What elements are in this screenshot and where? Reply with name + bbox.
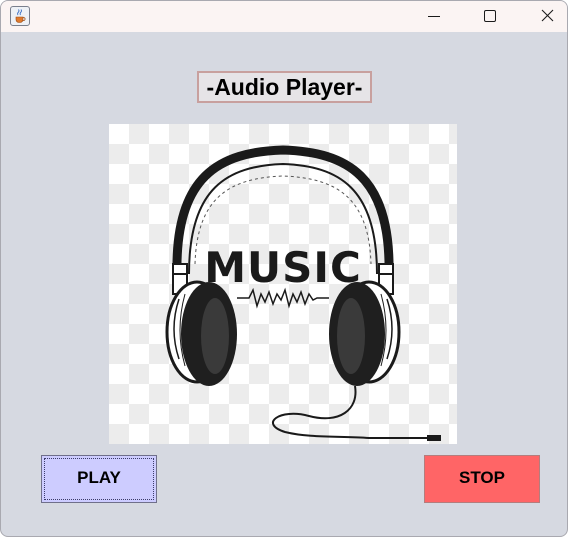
minimize-icon bbox=[428, 16, 440, 17]
java-cup-icon[interactable] bbox=[10, 6, 30, 26]
headphones-music-image: MUSIC bbox=[165, 145, 441, 441]
headphones-image: MUSIC bbox=[109, 124, 457, 444]
music-text: MUSIC bbox=[204, 243, 362, 292]
app-window: -Audio Player- MUSIC PLAY STOP bbox=[0, 0, 568, 537]
close-icon bbox=[541, 9, 554, 22]
stop-button[interactable]: STOP bbox=[424, 455, 540, 503]
title-bar[interactable] bbox=[1, 1, 567, 32]
close-button[interactable] bbox=[519, 1, 567, 32]
play-button[interactable]: PLAY bbox=[41, 455, 157, 503]
minimize-button[interactable] bbox=[405, 1, 463, 32]
maximize-icon bbox=[484, 10, 496, 22]
page-title: -Audio Player- bbox=[197, 71, 372, 103]
maximize-button[interactable] bbox=[462, 1, 520, 32]
